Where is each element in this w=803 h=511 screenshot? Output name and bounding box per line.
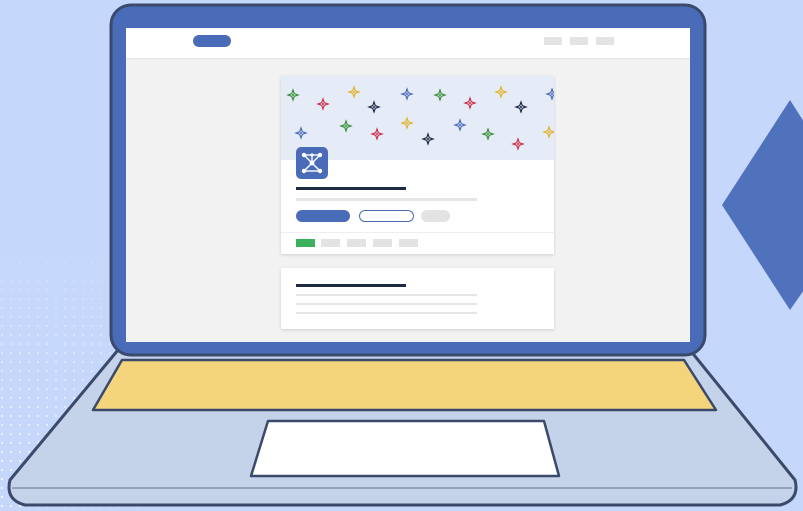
profile-subtitle-placeholder	[296, 198, 477, 201]
content-line-2	[296, 303, 477, 305]
web-page	[126, 28, 690, 342]
primary-button[interactable]	[296, 210, 350, 222]
sparkle-icon	[347, 85, 361, 99]
trackpad	[249, 419, 561, 478]
outline-button[interactable]	[359, 210, 414, 222]
tab-active-indicator[interactable]	[296, 239, 315, 247]
sparkle-icon	[294, 126, 308, 140]
sparkle-icon	[370, 127, 384, 141]
sparkle-icon	[494, 85, 508, 99]
app-logo	[296, 147, 328, 179]
keyboard-area	[91, 358, 718, 412]
header-nav-item-1[interactable]	[544, 37, 562, 45]
profile-title-placeholder	[296, 187, 406, 190]
sparkle-icon	[400, 116, 414, 130]
network-nodes-icon	[301, 152, 323, 174]
tab-5[interactable]	[399, 239, 418, 247]
sparkle-icon	[514, 100, 528, 114]
sparkle-icon	[433, 88, 447, 102]
content-title-placeholder	[296, 284, 406, 287]
tab-3[interactable]	[347, 239, 366, 247]
content-line-1	[296, 294, 477, 296]
sparkle-icon	[286, 88, 300, 102]
secondary-button[interactable]	[421, 210, 450, 222]
sparkle-icon	[316, 97, 330, 111]
sparkle-icon	[367, 100, 381, 114]
card-divider	[281, 232, 554, 233]
tab-2[interactable]	[321, 239, 340, 247]
sparkle-icon	[463, 96, 477, 110]
sparkle-icon	[400, 87, 414, 101]
header-nav-item-3[interactable]	[596, 37, 614, 45]
content-line-3	[296, 312, 477, 314]
header-logo-pill[interactable]	[193, 35, 231, 47]
sparkle-icon	[481, 127, 495, 141]
sparkle-icon	[542, 125, 554, 139]
sparkle-icon	[453, 118, 467, 132]
sparkle-icon	[545, 87, 554, 101]
sparkle-icon	[339, 119, 353, 133]
sparkle-icon	[421, 132, 435, 146]
sparkle-icon	[511, 137, 525, 151]
content-card	[281, 268, 554, 329]
profile-card	[281, 76, 554, 254]
header-nav-item-2[interactable]	[570, 37, 588, 45]
tab-4[interactable]	[373, 239, 392, 247]
